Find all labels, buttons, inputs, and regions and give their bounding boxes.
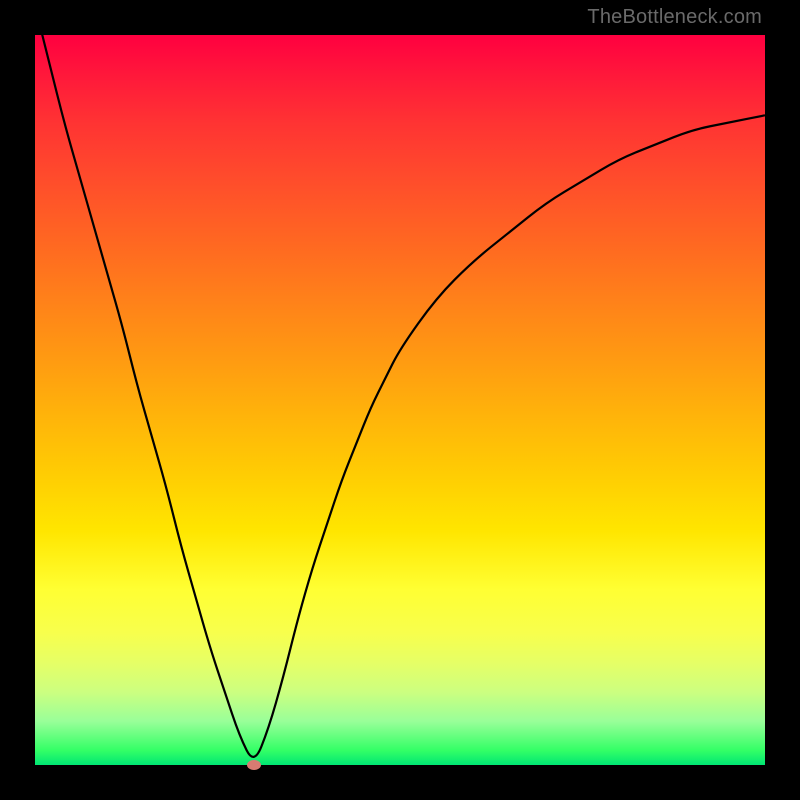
plot-area <box>35 35 765 765</box>
chart-frame: TheBottleneck.com <box>0 0 800 800</box>
optimal-point-marker <box>247 760 261 770</box>
curve-path <box>35 35 765 757</box>
bottleneck-curve <box>35 35 765 765</box>
watermark-text: TheBottleneck.com <box>587 6 762 29</box>
